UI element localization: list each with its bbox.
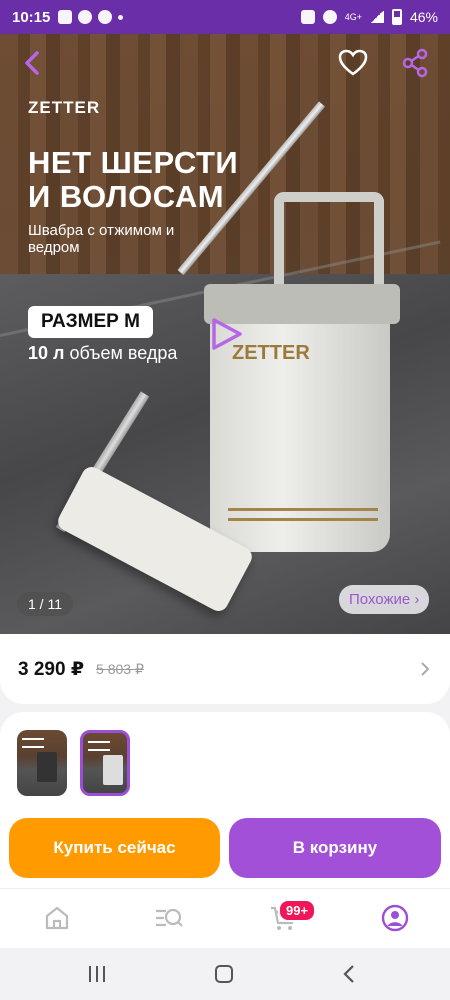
thumbnail-text-graphic [88,741,110,751]
thumbnail-bucket [103,755,123,785]
promo-subtitle: Швабра с отжимом и ведром [28,222,175,256]
system-nav-bar [0,948,450,1000]
size-badge: РАЗМЕР М [28,306,153,338]
chat-icon [98,10,113,24]
buy-now-button[interactable]: Купить сейчас [9,818,220,878]
thumbnail-bucket [37,752,57,782]
bucket-stripe [228,518,378,521]
play-icon[interactable] [208,316,244,352]
volume-label: объем ведра [69,343,178,363]
image-counter: 1 / 11 [17,592,73,616]
back-arrow-icon[interactable] [18,48,48,78]
battery-percent: 46% [409,9,438,25]
bucket-stripe [228,508,378,511]
chevron-right-icon[interactable] [418,662,432,676]
price-card[interactable]: 3 290 ₽ 5 803 ₽ [0,634,450,704]
headline-line2: И ВОЛОСАМ [28,179,225,214]
message-icon [58,10,73,24]
lock-icon [300,10,315,24]
variant-thumbnail-selected[interactable] [80,730,130,796]
system-home-icon[interactable] [212,962,236,986]
volume-value: 10 л [28,343,65,363]
catalog-search-icon[interactable] [154,903,184,933]
variant-thumbnails [0,712,450,812]
current-price: 3 290 ₽ [18,658,85,680]
old-price: 5 803 ₽ [96,660,144,677]
variant-thumbnail[interactable] [17,730,67,796]
profile-icon[interactable] [380,903,410,933]
bucket-handle [274,192,384,292]
system-back-icon[interactable] [338,962,362,986]
promo-headline: НЕТ ШЕРСТИ И ВОЛОСАМ [28,146,238,214]
similar-products-button[interactable]: Похожие › [339,585,430,614]
heart-icon[interactable] [338,48,368,78]
status-time: 10:15 [12,8,51,26]
brand-logo: ZETTER [28,98,101,117]
battery-icon [391,9,402,25]
volume-text: 10 л объем ведра [28,343,177,364]
bottom-tab-bar: 99+ [0,888,450,948]
notification-icons [58,10,124,24]
cart-count-badge: 99+ [278,899,317,922]
headline-line1: НЕТ ШЕРСТИ [28,145,239,180]
bucket-image: ZETTER [204,192,400,552]
recent-apps-icon[interactable] [85,962,109,986]
product-image-carousel[interactable]: ZETTER ZETTER НЕТ ШЕРСТИ И ВОЛОСАМ Швабр… [0,34,450,634]
share-icon[interactable] [400,48,430,78]
alarm-icon [322,10,337,24]
purchase-actions: Купить сейчас В корзину [0,804,450,888]
thumbnail-text-graphic [22,738,44,748]
status-bar: 10:15 4G+ 46% [0,0,450,34]
pinterest-icon [78,10,93,24]
add-to-cart-button[interactable]: В корзину [229,818,441,878]
home-icon[interactable] [42,903,72,933]
network-type: 4G+ [344,12,362,22]
signal-icon [369,11,384,23]
dot-icon [118,14,124,20]
